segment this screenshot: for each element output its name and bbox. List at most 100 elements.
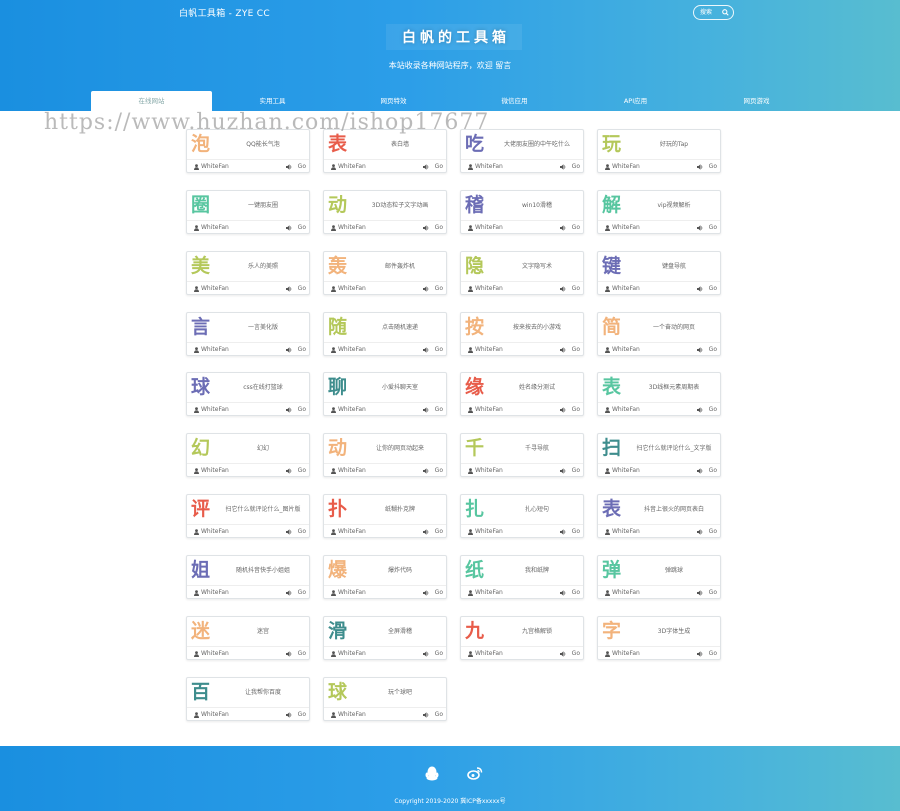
tool-card[interactable]: 解 vip视频解析 WhiteFan Go [597,190,721,234]
go-link[interactable]: Go [435,163,443,170]
tool-card[interactable]: 滑 全屏滑稽 WhiteFan Go [323,616,447,660]
go-link[interactable]: Go [298,224,306,231]
tool-card[interactable]: 字 3D字体生成 WhiteFan Go [597,616,721,660]
go-link[interactable]: Go [435,650,443,657]
go-link[interactable]: Go [435,285,443,292]
tool-card[interactable]: 表 3D线框元素周期表 WhiteFan Go [597,372,721,416]
go-link[interactable]: Go [572,589,580,596]
go-link[interactable]: Go [709,650,717,657]
go-link[interactable]: Go [298,528,306,535]
tool-card[interactable]: 扎 扎心短句 WhiteFan Go [460,494,584,538]
tool-card[interactable]: 按 按来按去的小游戏 WhiteFan Go [460,312,584,356]
weibo-icon[interactable] [467,766,483,780]
go-link[interactable]: Go [709,163,717,170]
tab-api-apps[interactable]: API应用 [575,91,696,111]
go-link[interactable]: Go [298,346,306,353]
tool-card[interactable]: 动 让你的网页动起来 WhiteFan Go [323,433,447,477]
tool-card[interactable]: 幻幻幻 WhiteFan Go [186,433,310,477]
tool-card[interactable]: 扑 纸糊扑克牌 WhiteFan Go [323,494,447,538]
site-name[interactable]: 白帆工具箱 - ZYE CC [179,6,270,19]
go-icon [286,164,292,170]
tool-card[interactable]: 球 css在线打篮球 WhiteFan Go [186,372,310,416]
go-link[interactable]: Go [435,528,443,535]
tool-card[interactable]: 美 乐人的美照 WhiteFan Go [186,251,310,295]
tool-card[interactable]: 吃大佬朋友圈的中午吃什么 WhiteFan Go [460,129,584,173]
tool-card[interactable]: 迷 迷宫 WhiteFan Go [186,616,310,660]
tool-card[interactable]: 动 3D动态粒子文字动画 WhiteFan Go [323,190,447,234]
tool-card[interactable]: 随 点击随机速递 WhiteFan Go [323,312,447,356]
tab-online-sites[interactable]: 在线网站 [91,91,212,111]
go-link[interactable]: Go [298,589,306,596]
tab-web-effects[interactable]: 网页特效 [333,91,454,111]
tool-card[interactable]: 稽 win10滑稽 WhiteFan Go [460,190,584,234]
tool-card[interactable]: 表 抖音上很火的网页表白 WhiteFan Go [597,494,721,538]
qq-icon[interactable] [425,766,439,781]
card-footer: WhiteFan Go [461,524,583,538]
go-link[interactable]: Go [572,406,580,413]
tool-card[interactable]: 姐 随机抖音快手小姐姐 WhiteFan Go [186,555,310,599]
tool-card[interactable]: 隐 文字隐写术 WhiteFan Go [460,251,584,295]
go-link[interactable]: Go [435,224,443,231]
go-link[interactable]: Go [572,528,580,535]
tool-card[interactable]: 球 玩个球吧 WhiteFan Go [323,677,447,721]
card-author: WhiteFan [338,406,366,413]
tool-card[interactable]: 纸 我和纸牌 WhiteFan Go [460,555,584,599]
card-header: 键 键盘导航 [598,252,720,281]
go-link[interactable]: Go [435,467,443,474]
user-icon [194,590,199,596]
tool-card[interactable]: 缘 姓名缘分测试 WhiteFan Go [460,372,584,416]
go-icon [286,590,292,596]
go-link[interactable]: Go [298,163,306,170]
tool-card[interactable]: 千 千寻导航 WhiteFan Go [460,433,584,477]
card-footer: WhiteFan Go [324,524,446,538]
tool-card[interactable]: 键 键盘导航 WhiteFan Go [597,251,721,295]
card-header: 姐 随机抖音快手小姐姐 [187,556,309,585]
tool-card[interactable]: 百 让我帮你百度 WhiteFan Go [186,677,310,721]
tool-card[interactable]: 聊 小爱抖聊天室 WhiteFan Go [323,372,447,416]
user-icon [468,225,473,231]
go-link[interactable]: Go [572,467,580,474]
watermark: https://www.huzhan.com/ishop17677 [44,110,490,135]
tool-card[interactable]: 玩 好玩的Tap WhiteFan Go [597,129,721,173]
go-link[interactable]: Go [572,224,580,231]
tool-card[interactable]: 简 一个奋动的网页 WhiteFan Go [597,312,721,356]
tool-card[interactable]: 圈 一键朋友圈 WhiteFan Go [186,190,310,234]
go-link[interactable]: Go [709,528,717,535]
tool-card[interactable]: 轰 邮件轰炸机 WhiteFan Go [323,251,447,295]
go-link[interactable]: Go [709,285,717,292]
go-link[interactable]: Go [435,711,443,718]
go-link[interactable]: Go [572,346,580,353]
tool-card[interactable]: 扫 扫它什么就评论什么_文字版 WhiteFan Go [597,433,721,477]
go-link[interactable]: Go [572,163,580,170]
go-link[interactable]: Go [298,711,306,718]
tab-practical-tools[interactable]: 实用工具 [212,91,333,111]
go-link[interactable]: Go [435,346,443,353]
tool-card[interactable]: 表表白墙 WhiteFan Go [323,129,447,173]
tool-card[interactable]: 弹 弹跳球 WhiteFan Go [597,555,721,599]
go-link[interactable]: Go [572,650,580,657]
go-link[interactable]: Go [572,285,580,292]
tool-card[interactable]: 泡 QQ能长气泡 WhiteFan Go [186,129,310,173]
go-link[interactable]: Go [298,285,306,292]
tool-card[interactable]: 评 扫它什么就评论什么_图片版 WhiteFan Go [186,494,310,538]
go-link[interactable]: Go [709,406,717,413]
tab-web-games[interactable]: 网页游戏 [696,91,817,111]
go-link[interactable]: Go [435,589,443,596]
tool-card[interactable]: 爆 爆炸代码 WhiteFan Go [323,555,447,599]
search-input[interactable]: 搜索 [693,5,734,20]
card-author: WhiteFan [201,406,229,413]
tool-card[interactable]: 言 一言美化版 WhiteFan Go [186,312,310,356]
go-link[interactable]: Go [709,589,717,596]
go-link[interactable]: Go [709,346,717,353]
tab-wechat-apps[interactable]: 微信应用 [454,91,575,111]
go-link[interactable]: Go [298,650,306,657]
go-link[interactable]: Go [298,467,306,474]
user-icon [331,407,336,413]
go-link[interactable]: Go [709,467,717,474]
go-link[interactable]: Go [298,406,306,413]
go-link[interactable]: Go [709,224,717,231]
tool-card[interactable]: 九 九宫格解锁 WhiteFan Go [460,616,584,660]
go-link[interactable]: Go [435,406,443,413]
card-footer: WhiteFan Go [187,646,309,660]
search-icon[interactable] [722,9,729,16]
